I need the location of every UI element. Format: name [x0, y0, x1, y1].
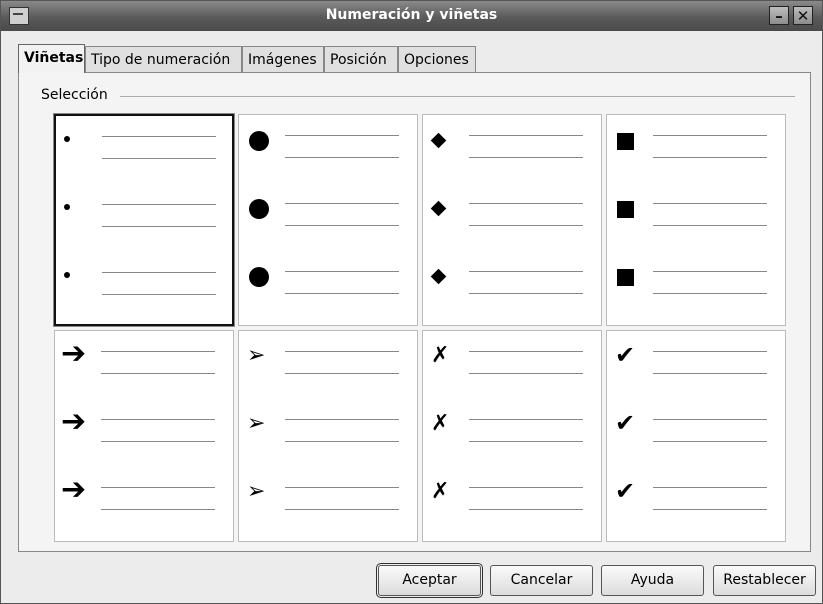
- outline-arrowhead-icon: ➢: [247, 343, 266, 368]
- small-dot-icon: [64, 204, 70, 210]
- preview-line: [285, 509, 399, 510]
- preview-line: [285, 487, 399, 488]
- preview-line: [102, 272, 216, 273]
- small-dot-icon: [64, 272, 70, 278]
- bullet-style-option[interactable]: ➢ ➢ ➢: [238, 330, 418, 542]
- preview-line: [469, 203, 583, 204]
- preview-line: [653, 509, 767, 510]
- outline-arrowhead-icon: ➢: [247, 479, 266, 504]
- bullet-style-option[interactable]: ✗ ✗ ✗: [422, 330, 602, 542]
- preview-line: [102, 158, 216, 159]
- preview-line: [101, 351, 215, 352]
- preview-line: [101, 487, 215, 488]
- bullet-style-option[interactable]: [53, 113, 235, 327]
- bullet-style-option[interactable]: [238, 114, 418, 326]
- preview-line: [102, 294, 216, 295]
- preview-line: [102, 136, 216, 137]
- preview-line: [469, 441, 583, 442]
- preview-line: [653, 441, 767, 442]
- bold-arrow-icon: ➔: [61, 404, 87, 439]
- close-button[interactable]: ✕: [793, 6, 813, 25]
- large-dot-icon: [249, 199, 269, 219]
- square-icon: [617, 269, 634, 286]
- check-mark-icon: ✔: [615, 409, 636, 437]
- preview-line: [469, 157, 583, 158]
- preview-line: [653, 419, 767, 420]
- preview-line: [285, 157, 399, 158]
- preview-line: [101, 419, 215, 420]
- preview-line: [285, 441, 399, 442]
- minimize-icon: –: [775, 7, 783, 25]
- preview-line: [653, 225, 767, 226]
- preview-line: [653, 351, 767, 352]
- tab-posicion[interactable]: Posición: [324, 46, 398, 72]
- preview-line: [285, 293, 399, 294]
- preview-line: [101, 373, 215, 374]
- close-icon: ✕: [796, 7, 810, 25]
- preview-line: [102, 204, 216, 205]
- preview-line: [469, 351, 583, 352]
- preview-line: [285, 351, 399, 352]
- diamond-icon: [430, 200, 447, 217]
- bullet-style-option[interactable]: [422, 114, 602, 326]
- square-icon: [617, 133, 634, 150]
- window-title: Numeración y viñetas: [325, 7, 498, 23]
- preview-line: [101, 441, 215, 442]
- x-mark-icon: ✗: [431, 479, 450, 504]
- bullet-style-option[interactable]: ✔ ✔ ✔: [606, 330, 786, 542]
- check-mark-icon: ✔: [615, 477, 636, 505]
- accept-button[interactable]: Aceptar: [376, 563, 483, 598]
- preview-line: [101, 509, 215, 510]
- small-dot-icon: [64, 136, 70, 142]
- outline-arrowhead-icon: ➢: [247, 411, 266, 436]
- large-dot-icon: [249, 267, 269, 287]
- section-divider: [120, 96, 795, 97]
- preview-line: [653, 135, 767, 136]
- preview-line: [285, 419, 399, 420]
- preview-line: [469, 293, 583, 294]
- preview-line: [653, 157, 767, 158]
- preview-line: [653, 271, 767, 272]
- preview-line: [285, 225, 399, 226]
- bullet-style-option[interactable]: ➔ ➔ ➔: [54, 330, 234, 542]
- bold-arrow-icon: ➔: [61, 472, 87, 507]
- title-bar[interactable]: Numeración y viñetas – ✕: [1, 1, 822, 31]
- preview-line: [469, 135, 583, 136]
- preview-line: [469, 225, 583, 226]
- preview-line: [469, 419, 583, 420]
- preview-line: [102, 226, 216, 227]
- tab-vinetas[interactable]: Viñetas: [18, 44, 85, 73]
- preview-line: [469, 509, 583, 510]
- section-title: Selección: [41, 87, 112, 103]
- preview-line: [469, 487, 583, 488]
- preview-line: [469, 373, 583, 374]
- preview-line: [653, 373, 767, 374]
- diamond-icon: [430, 132, 447, 149]
- minimize-button[interactable]: –: [769, 6, 789, 25]
- reset-button[interactable]: Restablecer: [713, 565, 816, 596]
- preview-line: [469, 271, 583, 272]
- tab-opciones[interactable]: Opciones: [398, 46, 476, 72]
- cancel-button[interactable]: Cancelar: [490, 565, 593, 596]
- preview-line: [653, 203, 767, 204]
- x-mark-icon: ✗: [431, 411, 450, 436]
- tab-tipo-de-numeracion[interactable]: Tipo de numeración: [85, 46, 242, 72]
- square-icon: [617, 201, 634, 218]
- help-button[interactable]: Ayuda: [601, 565, 704, 596]
- preview-line: [285, 203, 399, 204]
- preview-line: [653, 293, 767, 294]
- tab-imagenes[interactable]: Imágenes: [242, 46, 324, 72]
- preview-line: [285, 135, 399, 136]
- bold-arrow-icon: ➔: [61, 336, 87, 371]
- preview-line: [653, 487, 767, 488]
- check-mark-icon: ✔: [615, 341, 636, 369]
- preview-line: [285, 373, 399, 374]
- preview-line: [285, 271, 399, 272]
- bullet-style-option[interactable]: [606, 114, 786, 326]
- large-dot-icon: [249, 131, 269, 151]
- x-mark-icon: ✗: [431, 343, 450, 368]
- diamond-icon: [430, 268, 447, 285]
